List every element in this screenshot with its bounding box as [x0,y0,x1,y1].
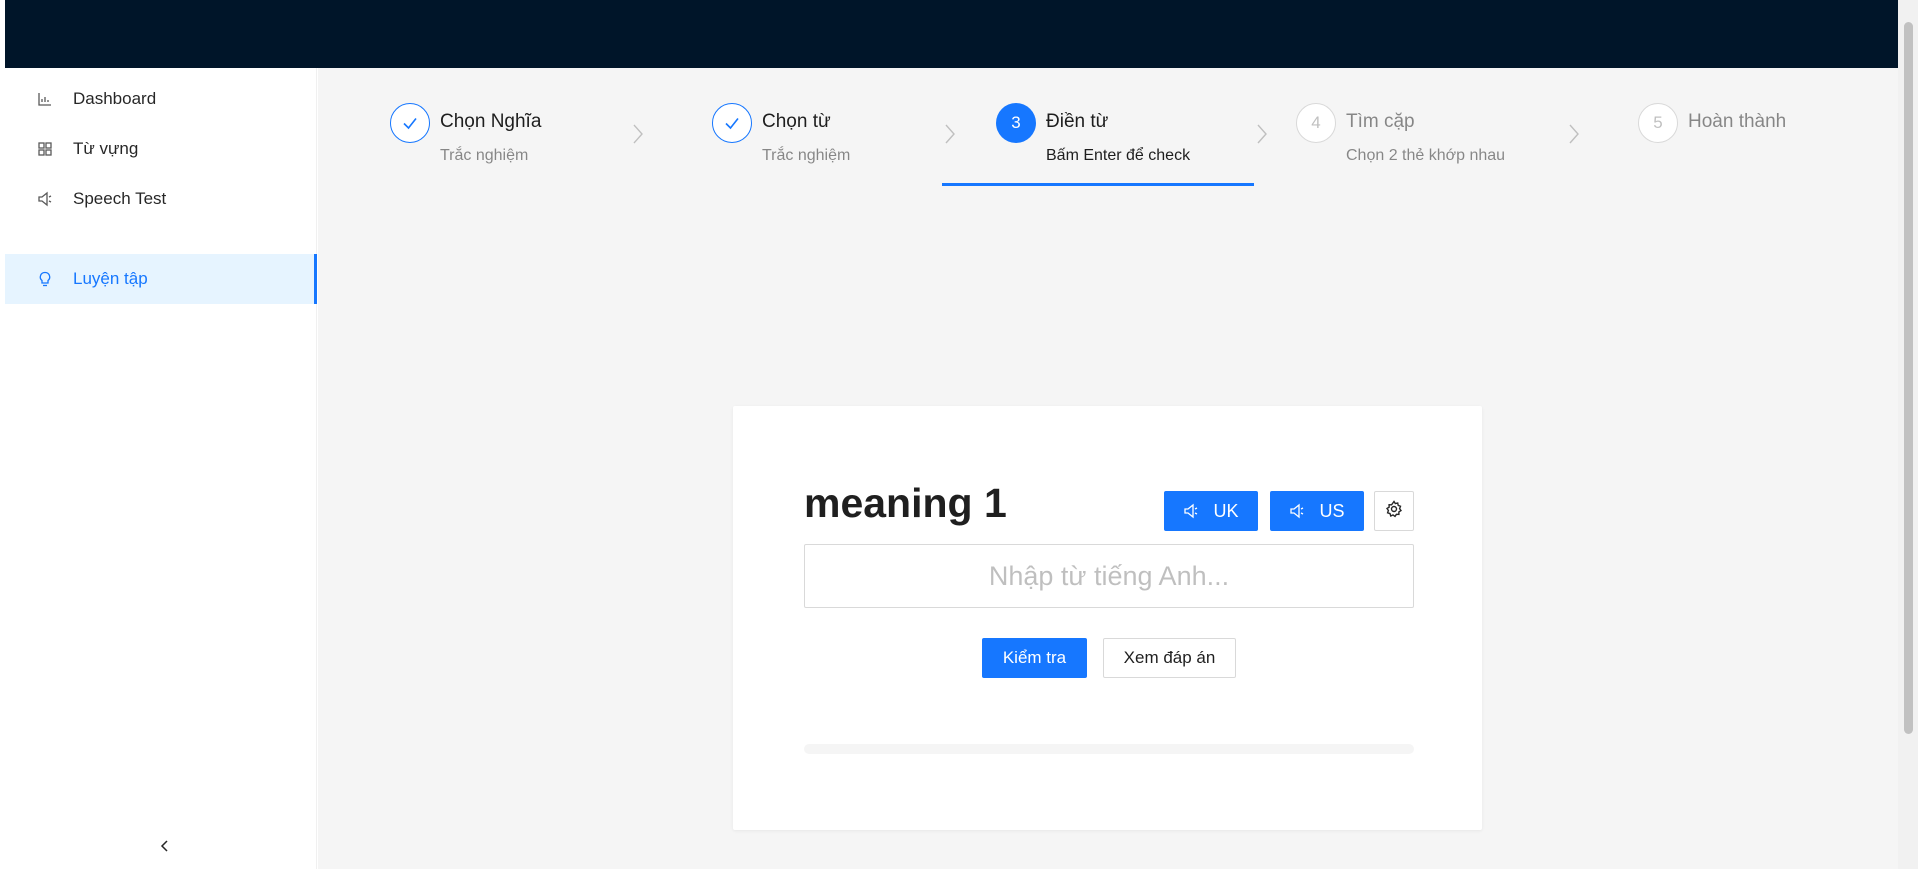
bar-chart-icon [35,89,55,109]
settings-button[interactable] [1374,491,1414,531]
step-description: Trắc nghiệm [762,147,851,164]
sidebar-item-label: Luyện tập [73,269,148,288]
step-title: Tìm cặp [1346,111,1415,132]
sidebar-item-dashboard[interactable]: Dashboard [5,74,317,124]
step-separator-icon [633,124,643,144]
step-description: Bấm Enter để check [1046,147,1191,164]
step-title: Chọn Nghĩa [440,111,542,132]
top-header-bar [5,0,1898,68]
step-description: Trắc nghiệm [440,147,529,164]
scrollbar-thumb[interactable] [1904,22,1913,734]
play-uk-label: UK [1213,500,1239,521]
step-title: Điền từ [1046,111,1109,132]
play-us-label: US [1319,500,1345,521]
step-separator-icon [1257,124,1267,144]
sidebar: Dashboard Từ vựng Speech Test Luyện tập [5,68,317,869]
step-number-circle: 5 [1638,103,1678,143]
sidebar-collapse-button[interactable] [147,830,183,866]
step-title: Chọn từ [762,111,831,132]
sound-icon [1289,503,1305,519]
sound-icon [1183,503,1199,519]
sidebar-item-vocabulary[interactable]: Từ vựng [5,124,317,174]
prompt-word: meaning 1 [804,480,1007,526]
app-window: Dashboard Từ vựng Speech Test Luyện tập … [0,0,1918,869]
check-icon [725,118,739,130]
progress-bar [804,744,1414,754]
sound-icon [35,189,55,209]
grid-icon [35,139,55,159]
step-check-circle [712,103,752,143]
step-title: Hoàn thành [1688,111,1787,132]
sidebar-item-label: Speech Test [73,189,167,208]
step-number-circle: 4 [1296,103,1336,143]
check-icon [403,118,417,130]
play-uk-button[interactable]: UK [1164,491,1258,531]
chevron-left-icon [159,839,171,858]
step-check-circle [390,103,430,143]
active-step-underline [942,183,1254,186]
check-button[interactable]: Kiểm tra [982,638,1087,678]
sidebar-item-practice[interactable]: Luyện tập [5,254,317,304]
gear-icon [1385,499,1403,523]
step-number-circle: 3 [996,103,1036,143]
step-separator-icon [1569,124,1579,144]
sidebar-item-label: Từ vựng [73,139,139,158]
show-answer-button[interactable]: Xem đáp án [1103,638,1236,678]
sidebar-item-label: Dashboard [73,89,157,108]
sidebar-item-speech-test[interactable]: Speech Test [5,174,317,224]
answer-input[interactable] [804,544,1414,608]
step-separator-icon [945,124,955,144]
step-description: Chọn 2 thẻ khớp nhau [1346,147,1506,164]
exercise-card: meaning 1 UK US Kiểm tra Xem đáp án [733,406,1482,830]
play-us-button[interactable]: US [1270,491,1364,531]
bulb-icon [35,269,55,289]
vertical-scrollbar[interactable] [1898,0,1918,869]
